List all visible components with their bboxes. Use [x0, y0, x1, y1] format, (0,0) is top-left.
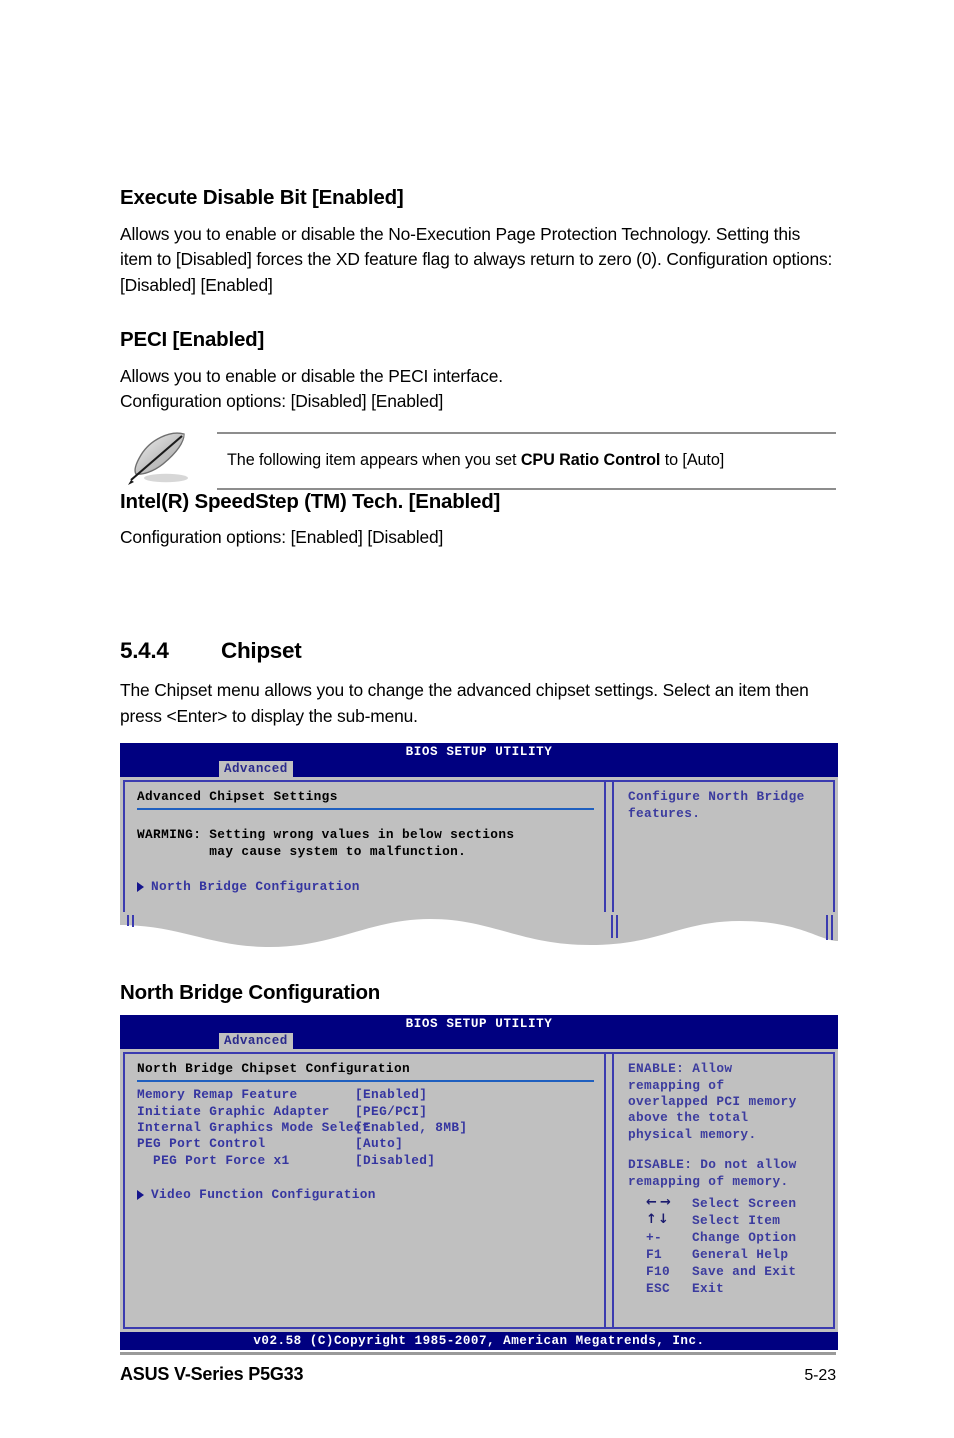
footer-row: ASUS V-Series P5G33 5-23	[120, 1364, 836, 1385]
bios-body-2: North Bridge Chipset Configuration Memor…	[120, 1049, 838, 1333]
bios-settings-panel: Advanced Chipset Settings WARMING: Setti…	[123, 780, 606, 913]
bios-warning-line1: WARMING: Setting wrong values in below s…	[137, 827, 515, 843]
note-text-after: to [Auto]	[660, 451, 725, 470]
note-rule-bottom	[217, 488, 836, 491]
bios-screenshot-advanced-chipset: BIOS SETUP UTILITY Advanced Advanced Chi…	[120, 743, 838, 952]
bios-help-line1: Configure North Bridge	[628, 789, 805, 805]
bios-settings-panel-2: North Bridge Chipset Configuration Memor…	[123, 1052, 606, 1330]
bios-help-paragraph-disable: DISABLE: Do not allow remapping of memor…	[628, 1157, 797, 1189]
key-legend-desc: Exit	[692, 1281, 725, 1297]
bios-setting-value: [Auto]	[355, 1136, 404, 1152]
note-text-bold: CPU Ratio Control	[520, 451, 661, 470]
bios-screenshot-north-bridge: BIOS SETUP UTILITY Advanced North Bridge…	[120, 1015, 838, 1351]
left-right-arrows-icon: ← →	[646, 1195, 672, 1211]
bios-copyright-bar: v02.58 (C)Copyright 1985-2007, American …	[120, 1332, 838, 1351]
document-page: Execute Disable Bit [Enabled] Allows you…	[0, 0, 954, 1438]
bios-submenu-north-bridge[interactable]: North Bridge Configuration	[137, 879, 594, 895]
bios-submenu-label: North Bridge Configuration	[151, 879, 360, 895]
bios-setting-label: PEG Port Force x1	[137, 1152, 290, 1168]
bios-setting-label: PEG Port Control	[137, 1136, 266, 1152]
heading-north-bridge-configuration: North Bridge Configuration	[120, 981, 381, 1005]
heading-speedstep: Intel(R) SpeedStep (TM) Tech. [Enabled]	[120, 490, 501, 514]
bios-help-panel-2: ENABLE: Allow remapping of overlapped PC…	[612, 1052, 835, 1330]
bios-torn-bottom-edge	[120, 915, 838, 951]
bios-tab-row-2: Advanced	[120, 1033, 838, 1050]
note-text-before: The following item appears when you set	[227, 451, 521, 470]
note-box: The following item appears when you set …	[120, 432, 836, 491]
paragraph-execute-disable-bit: Allows you to enable or disable the No-E…	[120, 223, 833, 295]
bios-setting-row[interactable]: PEG Port Force x1 [Disabled]	[137, 1153, 594, 1169]
bios-help-paragraph-enable: ENABLE: Allow remapping of overlapped PC…	[628, 1061, 797, 1142]
bios-title-bar: BIOS SETUP UTILITY	[120, 743, 838, 762]
bios-panel-heading-2: North Bridge Chipset Configuration	[137, 1061, 410, 1077]
bios-setting-value: [Enabled, 8MB]	[355, 1120, 468, 1136]
triangle-right-icon	[137, 1190, 144, 1201]
key-legend-row: ESC Exit	[646, 1280, 796, 1297]
document-content: Execute Disable Bit [Enabled] Allows you…	[120, 186, 838, 1351]
feather-icon	[122, 428, 208, 490]
bios-setting-label: Initiate Graphic Adapter	[137, 1103, 330, 1119]
key-legend-desc: Select Screen	[692, 1196, 797, 1212]
bios-setting-row[interactable]: Memory Remap Feature [Enabled]	[137, 1087, 594, 1103]
paragraph-chipset-intro: The Chipset menu allows you to change th…	[120, 680, 809, 726]
bios-panel-heading: Advanced Chipset Settings	[137, 789, 338, 805]
triangle-right-icon	[137, 882, 144, 893]
bios-tab-advanced-2[interactable]: Advanced	[219, 1033, 293, 1050]
bios-help-panel: Configure North Bridge features.	[612, 780, 835, 913]
bios-setting-label: Memory Remap Feature	[137, 1087, 298, 1103]
section-number: 5.4.4	[120, 638, 169, 664]
key-legend-key: ESC	[646, 1281, 671, 1297]
heading-execute-disable-bit: Execute Disable Bit [Enabled]	[120, 186, 404, 209]
bios-setting-row[interactable]: PEG Port Control [Auto]	[137, 1136, 594, 1152]
paragraph-peci-line2: Configuration options: [Disabled] [Enabl…	[120, 391, 444, 412]
bios-body: Advanced Chipset Settings WARMING: Setti…	[120, 777, 838, 916]
bios-tab-row: Advanced	[120, 761, 838, 778]
footer-page-number: 5-23	[804, 1367, 836, 1384]
heading-peci: PECI [Enabled]	[120, 328, 265, 352]
bios-setting-row[interactable]: Internal Graphics Mode Select [Enabled, …	[137, 1120, 594, 1136]
bios-submenu-video-function[interactable]: Video Function Configuration	[137, 1187, 594, 1203]
bios-title-bar-2: BIOS SETUP UTILITY	[120, 1015, 838, 1034]
paragraph-speedstep: Configuration options: [Enabled] [Disabl…	[120, 526, 444, 547]
note-text: The following item appears when you set …	[227, 450, 724, 471]
footer-divider	[120, 1352, 836, 1355]
bios-setting-row[interactable]: Initiate Graphic Adapter [PEG/PCI]	[137, 1104, 594, 1120]
bios-tab-advanced[interactable]: Advanced	[219, 761, 293, 778]
bios-key-legend: ← → Select Screen ↑ ↓ Select Item +- Cha…	[646, 1195, 796, 1297]
bios-setting-value: [PEG/PCI]	[355, 1103, 428, 1119]
note-rule-top	[217, 432, 836, 435]
bios-setting-label: Internal Graphics Mode Select	[137, 1120, 370, 1136]
key-legend-row: ← → Select Screen	[646, 1195, 796, 1212]
section-heading-544: 5.4.4 Chipset	[120, 638, 836, 664]
bios-setting-value: [Enabled]	[355, 1087, 428, 1103]
bios-submenu-label: Video Function Configuration	[151, 1187, 376, 1203]
up-down-arrows-icon: ↑ ↓	[646, 1212, 670, 1228]
page-footer: ASUS V-Series P5G33 5-23	[120, 1352, 836, 1385]
section-title: Chipset	[221, 638, 302, 664]
paragraph-peci-line1: Allows you to enable or disable the PECI…	[120, 365, 503, 386]
footer-product-name: ASUS V-Series P5G33	[120, 1364, 304, 1384]
bios-setting-value: [Disabled]	[355, 1152, 436, 1168]
bios-help-line2: features.	[628, 805, 701, 821]
bios-warning-line2: may cause system to malfunction.	[137, 843, 467, 859]
